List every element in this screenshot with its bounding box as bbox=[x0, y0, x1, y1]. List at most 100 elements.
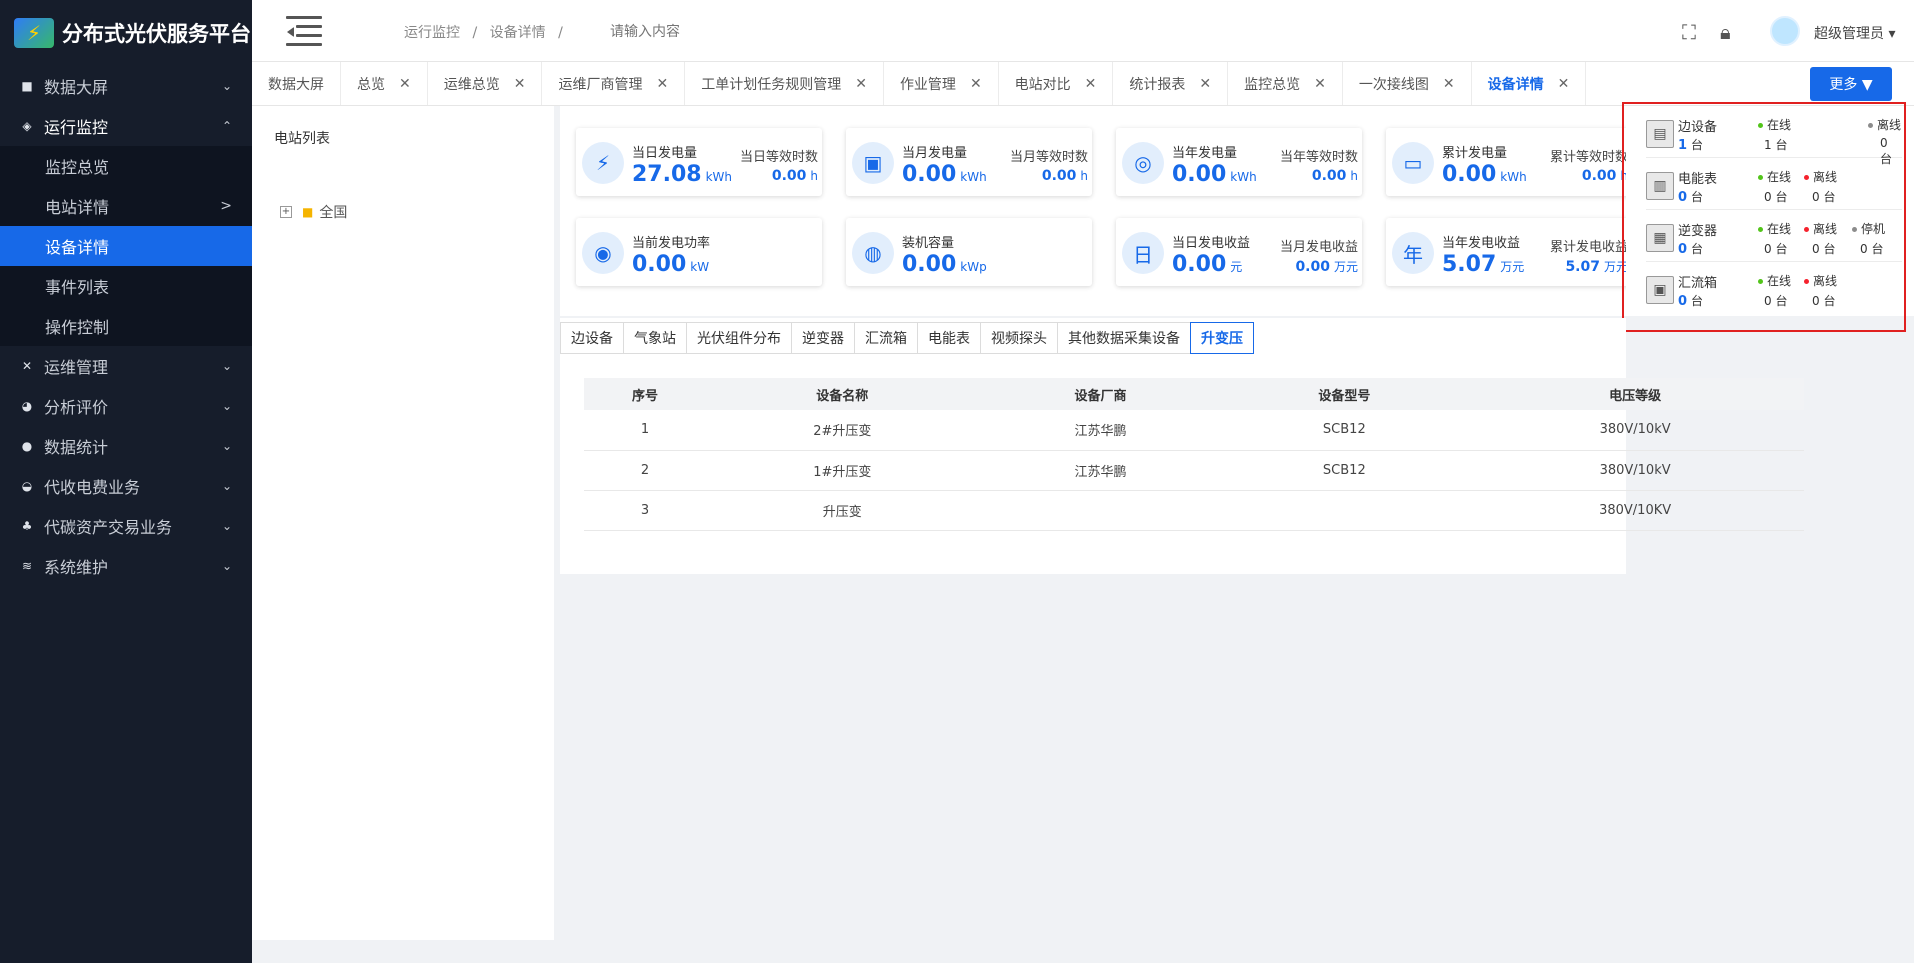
sidebar-item-carbon-trading[interactable]: ♣ 代碳资产交易业务 ⌄ bbox=[0, 506, 252, 546]
station-list-title: 电站列表 bbox=[274, 131, 330, 147]
sidebar-item-run-monitor[interactable]: ◈ 运行监控 ⌃ bbox=[0, 106, 252, 146]
status-offline: 离线 bbox=[1804, 168, 1837, 185]
close-icon[interactable]: ✕ bbox=[1199, 76, 1211, 92]
tab-label: 电站对比 bbox=[1014, 76, 1071, 93]
close-icon[interactable]: ✕ bbox=[970, 76, 982, 92]
user-name[interactable]: 超级管理员 ▾ bbox=[1814, 23, 1895, 43]
tab-station-compare[interactable]: 电站对比 ✕ bbox=[999, 62, 1114, 105]
device-type-tab-other[interactable]: 其他数据采集设备 bbox=[1057, 322, 1191, 354]
table-cell: 380V/10kV bbox=[1466, 450, 1804, 491]
close-icon[interactable]: ✕ bbox=[855, 76, 867, 92]
device-type-tab-transformer[interactable]: 升变压 bbox=[1190, 322, 1254, 354]
device-name: 汇流箱 bbox=[1678, 276, 1718, 291]
search-input[interactable] bbox=[610, 18, 770, 46]
device-type-tab-inverter[interactable]: 逆变器 bbox=[791, 322, 855, 354]
breadcrumb-item[interactable]: 设备详情 bbox=[490, 25, 546, 41]
tab-overview[interactable]: 总览 ✕ bbox=[341, 62, 428, 105]
close-icon[interactable]: ✕ bbox=[656, 76, 668, 92]
tab-stat-report[interactable]: 统计报表 ✕ bbox=[1113, 62, 1229, 105]
device-row-edge[interactable]: ▤ 边设备 1台 在线 1 台 离线 0 台 bbox=[1646, 110, 1902, 166]
tab-workorder-rules[interactable]: 工单计划任务规则管理 ✕ bbox=[685, 62, 884, 105]
card-value2-num: 0.00 bbox=[1311, 168, 1347, 184]
stat-cards: ⚡ 当日发电量 27.08 kWh 当日等效时数 0.00 h ▣ 当月发电量 0.… bbox=[560, 106, 1632, 316]
card-value2: 0.00 h bbox=[1312, 168, 1358, 184]
status-offline-count: 0 台 bbox=[1812, 190, 1836, 204]
tab-vendor-management[interactable]: 运维厂商管理 ✕ bbox=[542, 62, 686, 105]
column-header: 设备名称 bbox=[705, 378, 979, 410]
sidebar-subitem-operation-control[interactable]: 操作控制 bbox=[0, 306, 252, 346]
card-label2: 当年等效时数 bbox=[1279, 150, 1358, 165]
close-icon[interactable]: ✕ bbox=[1085, 76, 1097, 92]
folder-icon: ■ bbox=[302, 205, 314, 219]
card-value2-num: 0.00 bbox=[1295, 259, 1330, 275]
sidebar-item-fee-collection[interactable]: ◒ 代收电费业务 ⌄ bbox=[0, 466, 252, 506]
fullscreen-icon[interactable]: ⛶ bbox=[1682, 20, 1696, 44]
sidebar-item-analysis[interactable]: ◕ 分析评价 ⌄ bbox=[0, 386, 252, 426]
card-unit: kWh bbox=[705, 170, 733, 184]
chevron-down-icon: ⌄ bbox=[221, 399, 232, 413]
layers-icon: ≋ bbox=[21, 559, 33, 573]
tab-ops-overview[interactable]: 运维总览 ✕ bbox=[428, 62, 543, 105]
table-row[interactable]: 2 1#升压变 江苏华鹏 SCB12 380V/10kV bbox=[584, 450, 1804, 491]
card-unit2: h bbox=[810, 169, 818, 183]
close-icon[interactable]: ✕ bbox=[399, 76, 411, 92]
tab-wiring-diagram[interactable]: 一次接线图 ✕ bbox=[1343, 62, 1472, 105]
device-type-tab-camera[interactable]: 视频探头 bbox=[980, 322, 1058, 354]
device-row-inverter[interactable]: ▦ 逆变器 0台 在线 0 台 离线 0 台 停机 0 台 bbox=[1646, 214, 1902, 262]
tab-data-screen[interactable]: 数据大屏 bbox=[252, 62, 341, 105]
breadcrumb-item[interactable]: 运行监控 bbox=[404, 25, 460, 41]
tree-node-root[interactable]: + ■ 全国 bbox=[280, 202, 347, 222]
brand[interactable]: ⚡ 分布式光伏服务平台 bbox=[0, 0, 252, 66]
tab-job-management[interactable]: 作业管理 ✕ bbox=[884, 62, 999, 105]
device-row-combiner[interactable]: ▣ 汇流箱 0台 在线 0 台 离线 0 台 bbox=[1646, 266, 1902, 314]
table-cell: 1#升压变 bbox=[705, 450, 979, 491]
tree-node-label: 全国 bbox=[319, 205, 348, 221]
device-type-tab-pv-layout[interactable]: 光伏组件分布 bbox=[686, 322, 792, 354]
table-row[interactable]: 1 2#升压变 江苏华鹏 SCB12 380V/10kV bbox=[584, 410, 1804, 451]
card-value: 27.08 kWh bbox=[632, 162, 732, 187]
status-online-count: 1 台 bbox=[1764, 138, 1788, 152]
avatar[interactable] bbox=[1770, 16, 1800, 46]
table-cell bbox=[1222, 490, 1467, 531]
device-type-tab-weather[interactable]: 气象站 bbox=[623, 322, 687, 354]
sidebar-subitem-station-detail[interactable]: 电站详情 > bbox=[0, 186, 252, 226]
table-cell: 380V/10kV bbox=[1466, 410, 1804, 451]
more-button[interactable]: 更多 ▼ bbox=[1810, 67, 1892, 101]
table-row[interactable]: 3 升压变 380V/10KV bbox=[584, 490, 1804, 531]
sidebar-subitem-device-detail[interactable]: 设备详情 bbox=[0, 226, 252, 266]
table-cell: 1 bbox=[584, 410, 706, 451]
lock-icon[interactable]: 🔒︎ bbox=[1720, 20, 1731, 44]
device-row-meter[interactable]: ▥ 电能表 0台 在线 0 台 离线 0 台 bbox=[1646, 162, 1902, 210]
sidebar-subitem-monitor-overview[interactable]: 监控总览 bbox=[0, 146, 252, 186]
close-icon[interactable]: ✕ bbox=[1558, 76, 1570, 92]
tab-monitor-overview[interactable]: 监控总览 ✕ bbox=[1228, 62, 1343, 105]
sidebar-item-statistics[interactable]: ● 数据统计 ⌄ bbox=[0, 426, 252, 466]
table-cell: SCB12 bbox=[1222, 450, 1467, 491]
device-count-unit: 台 bbox=[1691, 138, 1704, 152]
breadcrumb-separator: / bbox=[472, 25, 478, 41]
battery-icon: ▣ bbox=[852, 142, 894, 184]
device-type-tab-combiner[interactable]: 汇流箱 bbox=[854, 322, 918, 354]
sidebar-subitem-label: 操作控制 bbox=[45, 318, 110, 337]
device-type-tab-edge[interactable]: 边设备 bbox=[560, 322, 624, 354]
card-daily-revenue: 日 当日发电收益 0.00 元 当月发电收益 0.00 万元 bbox=[1116, 218, 1362, 286]
device-count: 0台 bbox=[1678, 188, 1703, 205]
sidebar-item-ops-management[interactable]: ✕ 运维管理 ⌄ bbox=[0, 346, 252, 386]
menu-collapse-icon[interactable] bbox=[286, 16, 322, 46]
close-icon[interactable]: ✕ bbox=[514, 76, 526, 92]
close-icon[interactable]: ✕ bbox=[1314, 76, 1326, 92]
card-unit: kWh bbox=[1500, 170, 1527, 184]
tab-device-detail[interactable]: 设备详情 ✕ bbox=[1472, 62, 1587, 105]
close-icon[interactable]: ✕ bbox=[1443, 76, 1455, 92]
card-value-num: 0.00 bbox=[902, 252, 957, 277]
lightning-icon: ⚡ bbox=[582, 142, 624, 184]
device-count-num: 0 bbox=[1678, 190, 1688, 205]
sidebar-subitem-event-list[interactable]: 事件列表 bbox=[0, 266, 252, 306]
tab-label: 工单计划任务规则管理 bbox=[701, 76, 842, 93]
status-dot-icon bbox=[1804, 227, 1809, 232]
sidebar-item-data-screen[interactable]: ■ 数据大屏 ⌄ bbox=[0, 66, 252, 106]
device-type-tab-meter[interactable]: 电能表 bbox=[917, 322, 981, 354]
card-value: 0.00 kWh bbox=[902, 162, 987, 187]
expand-icon[interactable]: + bbox=[280, 206, 292, 218]
sidebar-item-system-maintenance[interactable]: ≋ 系统维护 ⌄ bbox=[0, 546, 252, 586]
